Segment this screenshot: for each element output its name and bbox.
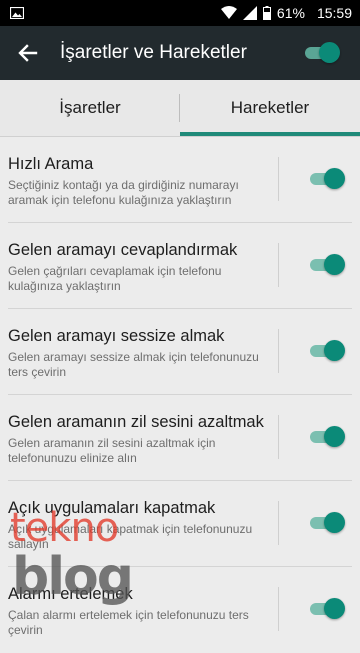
vertical-divider: [278, 329, 279, 373]
clock: 15:59: [316, 5, 352, 21]
setting-title: Alarmı ertelemek: [8, 585, 133, 603]
page-title: İşaretler ve Hareketler: [60, 42, 247, 63]
wifi-icon: [220, 6, 237, 20]
setting-description: Gelen aramayı sessize almak için telefon…: [8, 350, 259, 379]
battery-percentage: 61%: [276, 5, 305, 21]
toggle-thumb: [324, 168, 345, 189]
toggle-thumb: [324, 340, 345, 361]
signal-icon: [242, 6, 257, 20]
tab-bar: İşaretler Hareketler: [0, 80, 360, 137]
master-toggle[interactable]: [305, 41, 341, 65]
toggle-switch[interactable]: [310, 253, 346, 277]
toggle-thumb: [324, 598, 345, 619]
setting-title: Gelen aramayı sessize almak: [8, 327, 225, 345]
image-notification-icon: [9, 6, 25, 20]
setting-sessize-almak[interactable]: Gelen aramayı sessize almak Gelen aramay…: [0, 309, 360, 395]
setting-description: Açık uygulamaları kapatmak için telefonu…: [8, 522, 253, 551]
app-toolbar: İşaretler ve Hareketler: [0, 26, 360, 80]
battery-icon: [262, 6, 271, 20]
vertical-divider: [278, 501, 279, 545]
toggle-thumb: [324, 426, 345, 447]
toggle-thumb: [319, 42, 340, 63]
toggle-thumb: [324, 512, 345, 533]
setting-description: Seçtiğiniz kontağı ya da girdiğiniz numa…: [8, 178, 239, 207]
vertical-divider: [278, 243, 279, 287]
toggle-switch[interactable]: [310, 167, 346, 191]
setting-zil-sesini-azaltmak[interactable]: Gelen aramanın zil sesini azaltmak Gelen…: [0, 395, 360, 481]
vertical-divider: [278, 587, 279, 631]
tab-hareketler[interactable]: Hareketler: [180, 80, 360, 136]
toggle-switch[interactable]: [310, 597, 346, 621]
setting-title: Hızlı Arama: [8, 155, 94, 173]
setting-title: Açık uygulamaları kapatmak: [8, 499, 216, 517]
setting-description: Çalan alarmı ertelemek için telefonunuzu…: [8, 608, 249, 637]
status-bar: 61% 15:59: [0, 0, 360, 26]
setting-title: Gelen aramayı cevaplandırmak: [8, 241, 238, 259]
vertical-divider: [278, 157, 279, 201]
setting-description: Gelen çağrıları cevaplamak için telefonu…: [8, 264, 222, 293]
toggle-switch[interactable]: [310, 339, 346, 363]
tab-isaretler[interactable]: İşaretler: [0, 80, 180, 136]
setting-uygulamalari-kapatmak[interactable]: Açık uygulamaları kapatmak Açık uygulama…: [0, 481, 360, 567]
toggle-switch[interactable]: [310, 511, 346, 535]
active-tab-indicator: [180, 132, 360, 136]
setting-hizli-arama[interactable]: Hızlı Arama Seçtiğiniz kontağı ya da gir…: [0, 137, 360, 223]
toggle-thumb: [324, 254, 345, 275]
back-arrow-icon[interactable]: [14, 39, 42, 67]
setting-alarmi-ertelemek[interactable]: Alarmı ertelemek Çalan alarmı ertelemek …: [0, 567, 360, 653]
vertical-divider: [278, 415, 279, 459]
setting-cevaplandirmak[interactable]: Gelen aramayı cevaplandırmak Gelen çağrı…: [0, 223, 360, 309]
toggle-switch[interactable]: [310, 425, 346, 449]
setting-description: Gelen aramanın zil sesini azaltmak için …: [8, 436, 216, 465]
setting-title: Gelen aramanın zil sesini azaltmak: [8, 413, 264, 431]
